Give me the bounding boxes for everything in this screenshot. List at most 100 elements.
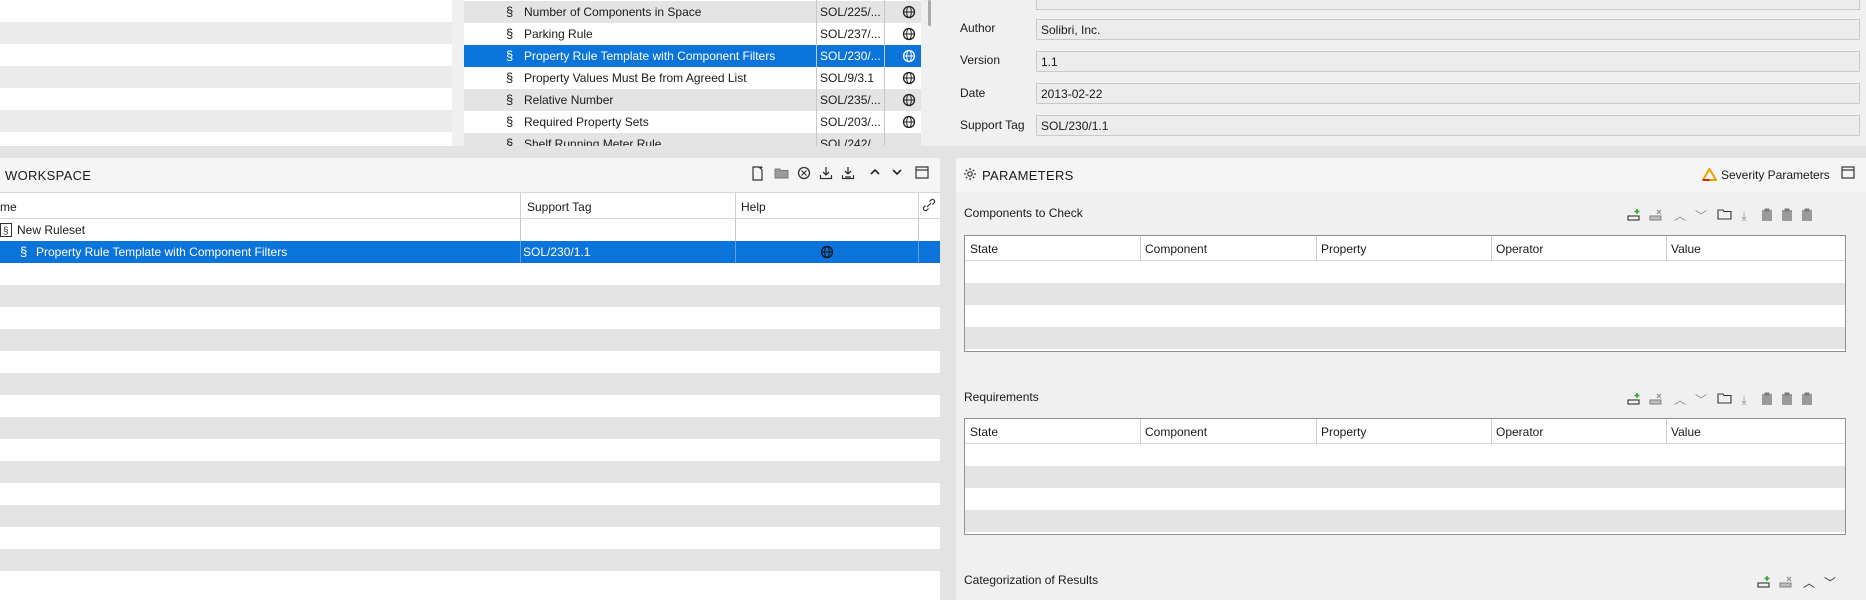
- remove-row-icon[interactable]: [1778, 575, 1794, 591]
- open-folder-icon[interactable]: [1716, 208, 1732, 224]
- tree-row[interactable]: [0, 110, 452, 132]
- close-circle-icon[interactable]: [796, 166, 812, 182]
- column-operator[interactable]: Operator: [1496, 425, 1543, 439]
- maximize-icon[interactable]: [914, 166, 930, 182]
- clipboard-icon[interactable]: [1779, 392, 1795, 408]
- column-help[interactable]: Help: [741, 200, 766, 214]
- column-state[interactable]: State: [970, 242, 998, 256]
- column-component[interactable]: Component: [1145, 425, 1207, 439]
- globe-icon[interactable]: [902, 93, 916, 110]
- tree-row[interactable]: [0, 44, 452, 66]
- globe-icon[interactable]: [902, 49, 916, 66]
- scrollbar-thumb[interactable]: [928, 0, 931, 26]
- download-icon[interactable]: ⤓: [1736, 392, 1752, 408]
- clipboard-icon[interactable]: [1759, 208, 1775, 224]
- column-operator[interactable]: Operator: [1496, 242, 1543, 256]
- column-value[interactable]: Value: [1671, 425, 1701, 439]
- table-row[interactable]: [965, 305, 1845, 327]
- column-component[interactable]: Component: [1145, 242, 1207, 256]
- severity-parameters-button[interactable]: Severity Parameters: [1721, 168, 1830, 182]
- add-row-icon[interactable]: [1626, 392, 1642, 408]
- severity-icon[interactable]: [1701, 167, 1718, 184]
- column-divider[interactable]: [1316, 236, 1317, 261]
- tree-row-rule-selected[interactable]: § Property Rule Template with Component …: [0, 241, 940, 263]
- maximize-icon[interactable]: [1840, 166, 1856, 182]
- horizontal-splitter[interactable]: [0, 146, 1866, 158]
- library-tree-panel[interactable]: [0, 0, 452, 146]
- globe-icon[interactable]: [902, 27, 916, 44]
- table-row[interactable]: [965, 444, 1845, 466]
- column-support-tag[interactable]: Support Tag: [527, 200, 592, 214]
- download-icon[interactable]: ⤓: [1736, 208, 1752, 224]
- column-divider[interactable]: [1140, 236, 1141, 261]
- vertical-splitter[interactable]: [940, 158, 956, 600]
- globe-icon[interactable]: [902, 5, 916, 22]
- open-folder-icon[interactable]: [1716, 392, 1732, 408]
- move-up-icon[interactable]: [867, 166, 883, 182]
- column-name[interactable]: me: [0, 200, 17, 214]
- tree-row[interactable]: [0, 66, 452, 88]
- table-row[interactable]: [965, 466, 1845, 488]
- date-field[interactable]: 2013-02-22: [1036, 83, 1860, 104]
- tree-row[interactable]: [0, 22, 452, 44]
- column-value[interactable]: Value: [1671, 242, 1701, 256]
- globe-icon[interactable]: [902, 71, 916, 88]
- table-row[interactable]: [965, 327, 1845, 349]
- move-up-icon[interactable]: ︿: [1801, 575, 1817, 591]
- clipboard-icon[interactable]: [1799, 392, 1815, 408]
- column-divider[interactable]: [1491, 236, 1492, 261]
- table-row[interactable]: [965, 261, 1845, 283]
- add-row-icon[interactable]: [1756, 575, 1772, 591]
- move-up-icon[interactable]: ︿: [1672, 392, 1688, 408]
- list-item[interactable]: § Required Property Sets SOL/203/...: [464, 111, 921, 133]
- remove-row-icon[interactable]: [1648, 392, 1664, 408]
- list-item[interactable]: § Relative Number SOL/235/...: [464, 89, 921, 111]
- requirements-table[interactable]: State Component Property Operator Value: [964, 418, 1846, 535]
- column-divider[interactable]: [1666, 236, 1667, 261]
- tree-row-ruleset[interactable]: § New Ruleset: [0, 219, 940, 241]
- column-state[interactable]: State: [970, 425, 998, 439]
- clipboard-icon[interactable]: [1779, 208, 1795, 224]
- move-down-icon[interactable]: ﹀: [1822, 575, 1838, 591]
- description-field[interactable]: [1036, 0, 1860, 10]
- list-item[interactable]: § Parking Rule SOL/237/...: [464, 23, 921, 45]
- column-divider[interactable]: [1491, 419, 1492, 444]
- tree-row[interactable]: [0, 132, 452, 146]
- globe-icon[interactable]: [902, 115, 916, 132]
- column-property[interactable]: Property: [1321, 425, 1366, 439]
- column-divider[interactable]: [520, 193, 521, 219]
- column-divider[interactable]: [918, 193, 919, 219]
- globe-icon[interactable]: [820, 245, 834, 262]
- column-divider[interactable]: [1140, 419, 1141, 444]
- list-item[interactable]: § Shelf Running Meter Rule SOL/242/...: [464, 133, 921, 146]
- table-row[interactable]: [965, 510, 1845, 532]
- new-file-icon[interactable]: [750, 166, 766, 182]
- list-item[interactable]: § Property Values Must Be from Agreed Li…: [464, 67, 921, 89]
- table-row[interactable]: [965, 283, 1845, 305]
- column-property[interactable]: Property: [1321, 242, 1366, 256]
- library-rule-list[interactable]: § Number of Components in Space SOL/225/…: [464, 0, 921, 146]
- list-item[interactable]: § Number of Components in Space SOL/225/…: [464, 1, 921, 23]
- components-table[interactable]: State Component Property Operator Value: [964, 235, 1846, 352]
- tree-row[interactable]: [0, 88, 452, 110]
- move-up-icon[interactable]: ︿: [1672, 208, 1688, 224]
- move-down-icon[interactable]: ﹀: [1693, 392, 1709, 408]
- add-row-icon[interactable]: [1626, 208, 1642, 224]
- clipboard-icon[interactable]: [1759, 392, 1775, 408]
- remove-row-icon[interactable]: [1648, 208, 1664, 224]
- version-field[interactable]: 1.1: [1036, 51, 1860, 72]
- download-all-icon[interactable]: [840, 166, 856, 182]
- tree-row[interactable]: [0, 0, 452, 22]
- move-down-icon[interactable]: ﹀: [1693, 208, 1709, 224]
- column-divider[interactable]: [735, 193, 736, 219]
- table-row[interactable]: [965, 488, 1845, 510]
- support-tag-field[interactable]: SOL/230/1.1: [1036, 115, 1860, 136]
- column-divider[interactable]: [1666, 419, 1667, 444]
- move-down-icon[interactable]: [889, 166, 905, 182]
- open-folder-icon[interactable]: [774, 166, 790, 182]
- link-icon[interactable]: [922, 198, 936, 215]
- column-divider[interactable]: [1316, 419, 1317, 444]
- list-item-selected[interactable]: § Property Rule Template with Component …: [464, 45, 921, 67]
- author-field[interactable]: Solibri, Inc.: [1036, 19, 1860, 40]
- clipboard-icon[interactable]: [1799, 208, 1815, 224]
